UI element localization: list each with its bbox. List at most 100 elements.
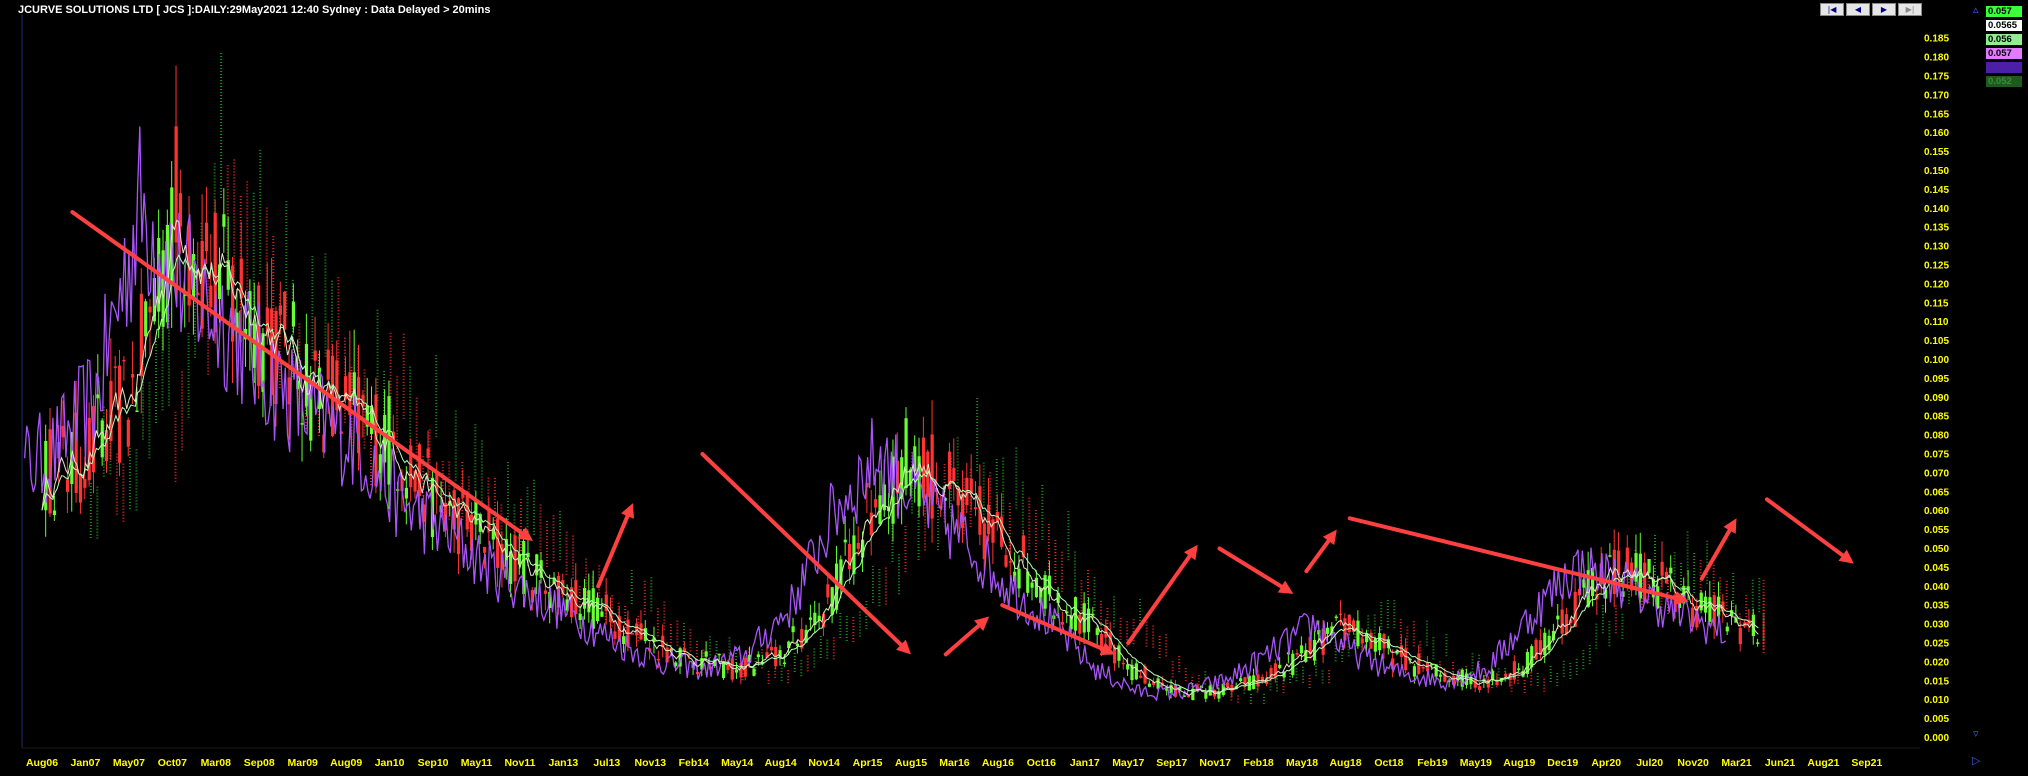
- y-tick-label: 0.160: [1924, 128, 1949, 139]
- cloud-dot: [813, 648, 816, 650]
- candle-body: [1356, 620, 1360, 647]
- cloud-dot: [1523, 691, 1526, 693]
- cloud-dot: [689, 644, 692, 646]
- cloud-dot: [1673, 567, 1676, 569]
- cloud-dot: [995, 459, 998, 461]
- cloud-dot: [259, 221, 262, 223]
- cloud-dot: [1614, 623, 1617, 625]
- candle-body: [752, 668, 756, 676]
- cloud-dot: [226, 204, 229, 206]
- cloud-dot: [630, 596, 633, 598]
- cloud-dot: [1178, 665, 1181, 667]
- candle-body: [278, 305, 283, 315]
- cloud-dot: [220, 170, 223, 172]
- cloud-dot: [330, 283, 333, 285]
- cloud-dot: [897, 566, 900, 568]
- cloud-dot: [552, 548, 555, 550]
- cloud-dot: [1060, 551, 1063, 553]
- cloud-dot: [1021, 526, 1024, 528]
- cloud-dot: [272, 287, 275, 289]
- cloud-dot: [168, 332, 171, 334]
- cloud-dot: [154, 344, 157, 346]
- cloud-dot: [650, 598, 653, 600]
- y-tick-label: 0.000: [1924, 733, 1949, 744]
- cloud-dot: [370, 480, 373, 482]
- cloud-dot: [1569, 674, 1572, 676]
- cloud-dot: [1008, 524, 1011, 526]
- cloud-dot: [1002, 466, 1005, 468]
- cloud-dot: [1523, 682, 1526, 684]
- scroll-right-icon[interactable]: ▷: [1972, 754, 1980, 767]
- cloud-dot: [1393, 600, 1396, 602]
- cloud-dot: [409, 405, 412, 407]
- cloud-dot: [552, 536, 555, 538]
- scroll-up-icon[interactable]: ▵: [1973, 3, 1979, 16]
- cloud-dot: [865, 601, 868, 603]
- cloud-dot: [213, 196, 216, 198]
- cloud-dot: [532, 509, 535, 511]
- cloud-dot: [1262, 696, 1265, 698]
- last-page-button[interactable]: ▶|: [1898, 3, 1922, 16]
- cloud-dot: [115, 513, 118, 515]
- cloud-dot: [1693, 553, 1696, 555]
- cloud-dot: [878, 569, 881, 571]
- cloud-dot: [891, 554, 894, 556]
- cloud-dot: [911, 503, 913, 505]
- cloud-dot: [526, 490, 529, 492]
- cloud-dot: [233, 246, 236, 248]
- cloud-dot: [1751, 579, 1754, 581]
- cloud-dot: [650, 589, 653, 591]
- cloud-dot: [343, 412, 346, 414]
- cloud-dot: [141, 426, 144, 428]
- cloud-dot: [1015, 450, 1018, 452]
- cloud-dot: [1021, 514, 1024, 516]
- cloud-dot: [1438, 664, 1441, 666]
- cloud-dot: [285, 234, 288, 236]
- cloud-dot: [265, 210, 268, 212]
- cloud-dot: [174, 450, 177, 452]
- scroll-down-icon[interactable]: ▿: [1973, 727, 1979, 740]
- cloud-dot: [154, 389, 157, 391]
- cloud-dot: [1412, 624, 1415, 626]
- cloud-dot: [480, 464, 483, 466]
- cloud-dot: [246, 238, 249, 240]
- cloud-dot: [1086, 570, 1089, 572]
- x-tick-label: Feb19: [1417, 757, 1448, 769]
- cloud-dot: [1614, 629, 1617, 631]
- cloud-dot: [572, 550, 575, 552]
- cloud-dot: [330, 328, 333, 330]
- cloud-dot: [252, 249, 255, 251]
- candle-body: [1373, 638, 1377, 652]
- x-tick-label: Oct07: [158, 757, 187, 769]
- cloud-dot: [285, 240, 288, 242]
- cloud-dot: [1523, 688, 1526, 690]
- cloud-dot: [187, 416, 190, 418]
- cloud-dot: [624, 614, 627, 616]
- previous-page-button[interactable]: ◀: [1846, 3, 1870, 16]
- cloud-dot: [559, 547, 562, 549]
- cloud-dot: [259, 164, 262, 166]
- candle-body: [148, 306, 152, 313]
- cloud-dot: [1758, 590, 1761, 592]
- cloud-dot: [324, 286, 327, 288]
- cloud-dot: [546, 526, 549, 528]
- next-page-button[interactable]: ▶: [1872, 3, 1896, 16]
- cloud-dot: [233, 213, 236, 215]
- cloud-dot: [519, 522, 522, 524]
- cloud-dot: [513, 516, 516, 518]
- cloud-dot: [1100, 603, 1103, 605]
- cloud-dot: [539, 522, 542, 524]
- cloud-dot: [546, 550, 549, 552]
- candle-body: [78, 473, 83, 503]
- cloud-dot: [1093, 577, 1096, 579]
- cloud-dot: [1712, 567, 1715, 569]
- cloud-dot: [141, 396, 144, 398]
- cloud-dot: [774, 670, 777, 672]
- first-page-button[interactable]: |◀: [1820, 3, 1844, 16]
- cloud-dot: [1028, 503, 1031, 505]
- cloud-dot: [1158, 641, 1161, 643]
- cloud-dot: [1139, 610, 1142, 612]
- cloud-dot: [298, 353, 301, 355]
- x-tick-label: Mar21: [1721, 757, 1752, 769]
- cloud-dot: [220, 185, 223, 187]
